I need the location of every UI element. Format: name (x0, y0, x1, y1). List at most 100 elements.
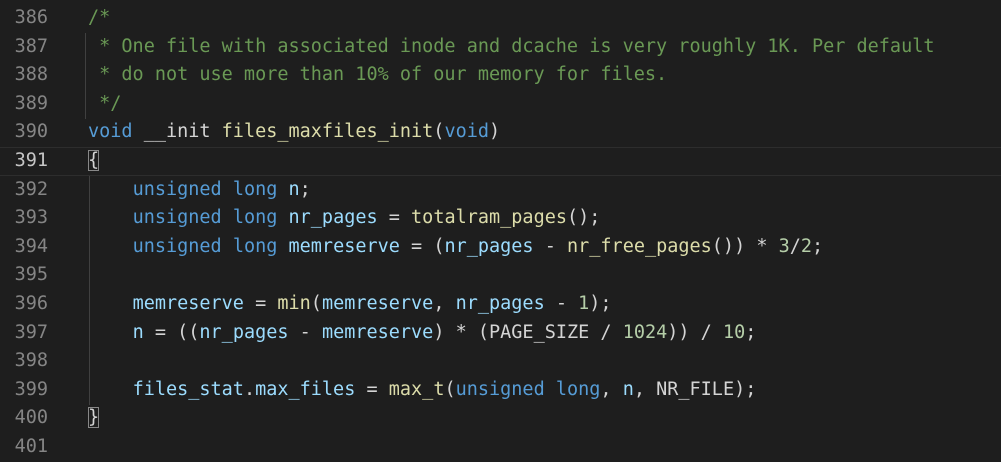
code-token: ( (444, 378, 456, 400)
code-token: 10 (722, 321, 746, 343)
code-token: { (88, 149, 100, 171)
code-text: unsigned long n; (88, 176, 311, 205)
line-number: 387 (14, 35, 48, 57)
code-token: long (555, 378, 601, 400)
code-line[interactable]: 392 unsigned long n; (0, 176, 1001, 205)
code-token: nr_pages (288, 207, 378, 229)
code-token: , NR_FILE); (633, 378, 757, 400)
code-token: 1024 (622, 321, 668, 343)
code-token: files_stat (132, 378, 244, 400)
code-line[interactable]: 386 /* (0, 4, 1001, 33)
code-line[interactable]: 400} (0, 404, 1001, 433)
code-token: ; (299, 178, 311, 200)
code-token: ; (812, 235, 824, 257)
code-token: = ( (399, 235, 445, 257)
code-token: ) (489, 121, 501, 143)
code-text: unsigned long nr_pages = totalram_pages(… (88, 204, 601, 233)
line-number: 386 (14, 7, 48, 28)
code-text: memreserve = min(memreserve, nr_pages - … (88, 290, 612, 319)
code-token: totalram_pages (411, 207, 567, 229)
code-token: n (622, 378, 634, 400)
code-token: files_maxfiles_init (221, 121, 434, 143)
code-token: nr_pages (455, 292, 545, 314)
code-token: . (243, 378, 256, 400)
code-token: nr_free_pages (567, 235, 712, 257)
code-token: unsigned (132, 207, 222, 229)
code-line[interactable]: 390 void __init files_maxfiles_init(void) (0, 118, 1001, 147)
line-number: 394 (14, 235, 48, 257)
code-text: void __init files_maxfiles_init(void) (88, 118, 500, 147)
line-number: 391 (14, 149, 48, 171)
code-token: /* (88, 7, 111, 28)
code-text: /* (88, 4, 110, 33)
code-token: unsigned (132, 235, 222, 257)
code-token: )) / (667, 321, 723, 343)
code-line[interactable]: 389 */ (0, 90, 1001, 119)
code-token: nr_pages (199, 321, 289, 343)
code-token: = (355, 378, 389, 400)
code-line[interactable]: 387 * One file with associated inode and… (0, 33, 1001, 62)
code-token: memreserve (321, 292, 434, 314)
code-token: long (232, 235, 278, 257)
code-line[interactable]: 391 { (0, 146, 1001, 176)
code-token: unsigned (132, 178, 222, 200)
code-line[interactable]: 398 (0, 347, 1001, 376)
code-token: void (444, 121, 489, 143)
code-text: */ (88, 90, 121, 119)
code-token: ()) * (711, 235, 779, 257)
code-token: ) * (PAGE_SIZE / (433, 321, 623, 343)
code-editor[interactable]: 386 /* 387 * One file with associated inod… (0, 4, 1001, 462)
code-line[interactable]: 396 memreserve = min(memreserve, nr_page… (0, 290, 1001, 319)
code-token: - (533, 235, 567, 257)
code-text: files_stat.max_files = max_t(unsigned lo… (88, 376, 757, 405)
code-token: nr_pages (444, 235, 534, 257)
code-token: , (600, 378, 623, 400)
code-token: * do not use more than 10% of our memory… (88, 64, 668, 86)
line-number: 390 (14, 121, 48, 143)
code-token: max_files (255, 378, 356, 400)
code-token: 3 (778, 235, 790, 257)
code-text: * One file with associated inode and dca… (88, 33, 934, 62)
line-number: 395 (14, 264, 48, 286)
code-token: memreserve (288, 235, 400, 257)
code-token: min (277, 292, 311, 314)
code-text: n = ((nr_pages - memreserve) * (PAGE_SIZ… (88, 319, 757, 348)
code-token: } (88, 407, 100, 429)
line-number: 397 (14, 321, 48, 343)
code-line[interactable]: 401 (0, 433, 1001, 462)
code-line[interactable]: 394 unsigned long memreserve = (nr_pages… (0, 233, 1001, 262)
line-number: 401 (14, 435, 48, 457)
code-token: long (232, 207, 278, 229)
code-text: { (88, 147, 100, 176)
code-token: __init (132, 121, 222, 143)
code-token: max_t (388, 378, 445, 400)
code-token: (); (566, 207, 601, 229)
line-number: 393 (14, 207, 48, 229)
code-token: long (232, 178, 278, 200)
code-text: * do not use more than 10% of our memory… (88, 61, 667, 90)
line-number: 389 (14, 92, 48, 114)
line-number: 388 (14, 64, 48, 86)
line-number: 396 (14, 292, 48, 314)
code-line[interactable]: 399 files_stat.max_files = max_t(unsigne… (0, 376, 1001, 405)
code-token: ); (589, 292, 612, 314)
code-line[interactable]: 393 unsigned long nr_pages = totalram_pa… (0, 204, 1001, 233)
code-token: ( (310, 292, 322, 314)
line-number: 399 (14, 378, 48, 400)
code-token: 1 (578, 292, 590, 314)
code-line[interactable]: 395 (0, 261, 1001, 290)
code-line[interactable]: 397 n = ((nr_pages - memreserve) * (PAGE… (0, 319, 1001, 348)
code-token: = (( (143, 321, 200, 343)
code-line[interactable]: 388 * do not use more than 10% of our me… (0, 61, 1001, 90)
code-token: ( (433, 121, 445, 143)
line-number: 392 (14, 178, 48, 200)
